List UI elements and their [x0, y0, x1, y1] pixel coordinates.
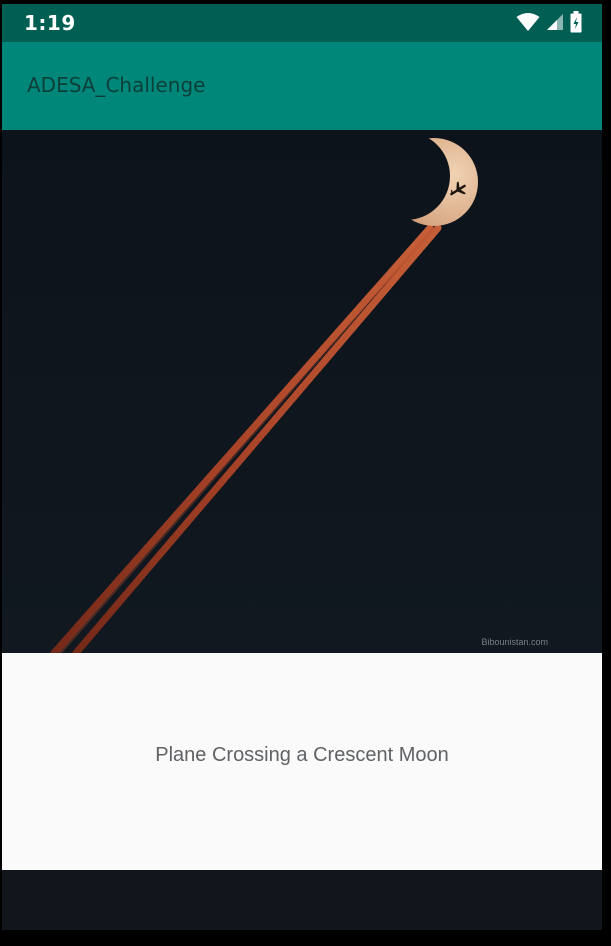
- app-title: ADESA_Challenge: [27, 73, 206, 97]
- app-bar: ADESA_Challenge: [2, 42, 602, 130]
- photo-artwork: [2, 130, 602, 653]
- battery-charging-icon: [570, 11, 582, 37]
- wifi-icon: [516, 12, 540, 36]
- status-bar: 1:19: [2, 4, 602, 42]
- moon-plane-photo: Bibounistan.com: [2, 130, 602, 653]
- photo-watermark: Bibounistan.com: [481, 637, 548, 647]
- status-icons: [516, 11, 582, 37]
- photo-caption: Plane Crossing a Crescent Moon: [155, 744, 449, 766]
- bottom-area: [2, 870, 602, 930]
- phone-screen: 1:19 ADESA_Challenge Bibounistan.com Pla…: [2, 4, 602, 930]
- status-time: 1:19: [24, 11, 76, 35]
- caption-card: Plane Crossing a Crescent Moon: [2, 653, 602, 870]
- crescent-moon: [382, 130, 492, 240]
- cell-signal-icon: [546, 13, 564, 35]
